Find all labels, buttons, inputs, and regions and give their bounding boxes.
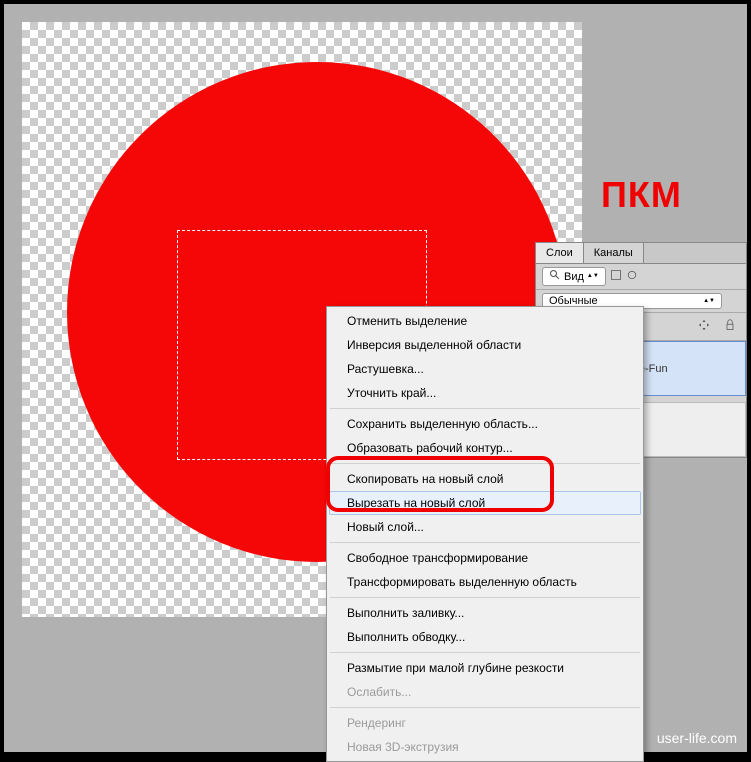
chevron-updown-icon: ▲▼ — [587, 274, 599, 279]
menu-item: Новая 3D-экструзия — [329, 735, 641, 759]
filter-label: Вид — [564, 271, 584, 283]
menu-item[interactable]: Размытие при малой глубине резкости — [329, 656, 641, 680]
menu-item[interactable]: Отменить выделение — [329, 309, 641, 333]
menu-item[interactable]: Новый слой... — [329, 515, 641, 539]
menu-item[interactable]: Образовать рабочий контур... — [329, 436, 641, 460]
menu-separator — [330, 542, 640, 543]
menu-separator — [330, 408, 640, 409]
chevron-updown-icon: ▲▼ — [703, 299, 715, 304]
context-menu: Отменить выделениеИнверсия выделенной об… — [326, 306, 644, 762]
menu-item: Ослабить... — [329, 680, 641, 704]
menu-item[interactable]: Скопировать на новый слой — [329, 467, 641, 491]
filter-icon-2[interactable] — [626, 269, 638, 284]
tab-channels[interactable]: Каналы — [584, 243, 644, 263]
lock-icon[interactable] — [724, 319, 736, 334]
app-frame: ПКМ Слои Каналы Вид ▲▼ Обычные ▲▼ — [4, 4, 747, 752]
move-icon[interactable] — [698, 319, 710, 334]
tab-layers[interactable]: Слои — [536, 243, 584, 263]
panel-tabs: Слои Каналы — [536, 243, 746, 264]
menu-separator — [330, 463, 640, 464]
menu-item: Рендеринг — [329, 711, 641, 735]
menu-separator — [330, 707, 640, 708]
menu-item[interactable]: Инверсия выделенной области — [329, 333, 641, 357]
menu-separator — [330, 597, 640, 598]
menu-item[interactable]: Выполнить заливку... — [329, 601, 641, 625]
filter-type-dropdown[interactable]: Вид ▲▼ — [542, 267, 606, 286]
menu-item[interactable]: Выполнить обводку... — [329, 625, 641, 649]
menu-item[interactable]: Свободное трансформирование — [329, 546, 641, 570]
menu-item[interactable]: Сохранить выделенную область... — [329, 412, 641, 436]
watermark: user-life.com — [657, 730, 737, 746]
menu-item[interactable]: Уточнить край... — [329, 381, 641, 405]
menu-separator — [330, 652, 640, 653]
menu-item[interactable]: Вырезать на новый слой — [329, 491, 641, 515]
panel-search-row: Вид ▲▼ — [536, 264, 746, 290]
menu-item[interactable]: Растушевка... — [329, 357, 641, 381]
search-icon — [549, 269, 561, 284]
menu-item[interactable]: Трансформировать выделенную область — [329, 570, 641, 594]
filter-icon-1[interactable] — [610, 269, 622, 284]
rmb-annotation: ПКМ — [601, 174, 682, 216]
